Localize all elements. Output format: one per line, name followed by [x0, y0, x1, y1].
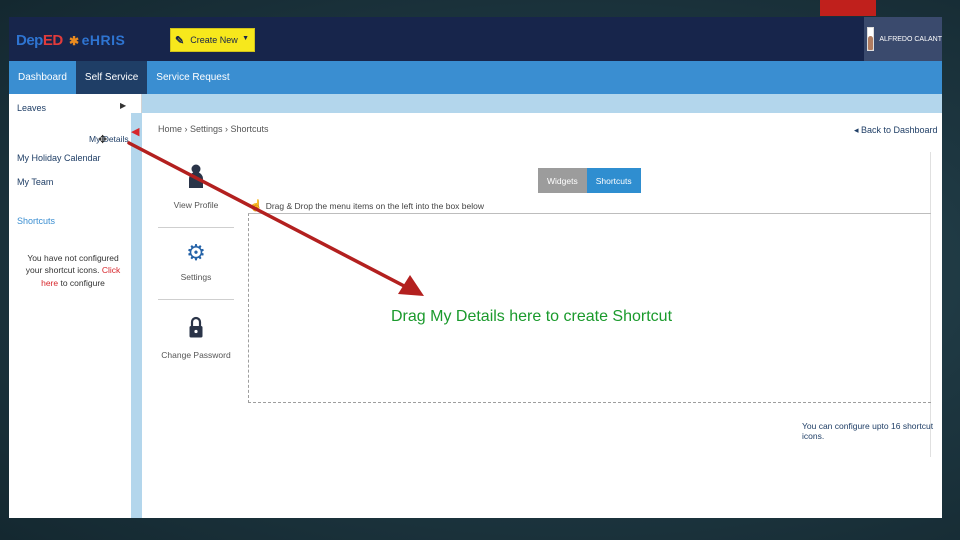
- slide-accent-bar: [820, 0, 876, 16]
- menu-divider: [158, 299, 234, 300]
- shortcuts-note-suffix: to configure: [60, 277, 105, 288]
- caret-down-icon: ▼: [242, 35, 249, 42]
- ehris-star-icon: ✱: [69, 34, 80, 48]
- app-window: DepED ✱ eHRIS ✎ Create New ▼ ALFREDO CALA…: [9, 17, 942, 518]
- menu-view-profile-label: View Profile: [173, 200, 219, 210]
- deped-logo-suffix: ED: [42, 32, 63, 49]
- annotation-caption: Drag My Details here to create Shortcut: [391, 308, 673, 325]
- shortcuts-empty-note: You have not configured your shortcut ic…: [21, 252, 125, 289]
- sub-header-strip: [9, 94, 942, 113]
- sidebar-item-my-team[interactable]: My Team: [17, 177, 53, 187]
- menu-settings[interactable]: ⚙ Settings: [158, 240, 234, 283]
- menu-divider: [158, 227, 234, 228]
- panel-tabs: Widgets Shortcuts: [538, 168, 641, 193]
- nav-tab-self-service[interactable]: Self Service: [75, 61, 148, 94]
- menu-change-password-label: Change Password: [161, 350, 231, 360]
- deped-logo-main: Dep: [16, 32, 43, 49]
- tab-widgets[interactable]: Widgets: [538, 168, 587, 193]
- pen-icon: ✎: [175, 34, 185, 47]
- breadcrumb: Home › Settings › Shortcuts: [158, 124, 269, 134]
- menu-change-password[interactable]: Change Password: [158, 316, 234, 360]
- ehris-logo[interactable]: ✱ eHRIS: [69, 32, 125, 48]
- sidebar: Leaves ▶ My Holiday Calendar My Team Sho…: [9, 94, 142, 518]
- sidebar-item-my-details[interactable]: My Details: [89, 134, 129, 144]
- gears-icon: ⚙: [186, 240, 206, 265]
- shortcuts-heading: Shortcuts: [17, 216, 56, 226]
- avatar-head-icon: [868, 36, 874, 50]
- nav-tab-service-request[interactable]: Service Request: [147, 61, 238, 94]
- drop-hint-text: Drag & Drop the menu items on the left i…: [265, 201, 484, 211]
- nav-tab-dashboard[interactable]: Dashboard: [9, 61, 76, 94]
- move-cursor-icon: ✥: [98, 134, 108, 146]
- ehris-logo-text: eHRIS: [81, 32, 126, 48]
- chevron-right-icon[interactable]: ▶: [120, 101, 126, 110]
- hand-pointer-icon: ☝: [249, 200, 263, 212]
- shortcut-limit-note: You can configure upto 16 shortcut icons…: [802, 421, 934, 441]
- lock-icon: [189, 316, 203, 342]
- top-header: DepED ✱ eHRIS ✎ Create New ▼ ALFREDO CALA…: [9, 17, 942, 61]
- create-new-button[interactable]: ✎ Create New ▼: [170, 28, 255, 52]
- menu-settings-label: Settings: [180, 272, 212, 282]
- sidebar-item-leaves[interactable]: Leaves: [17, 103, 46, 113]
- menu-view-profile[interactable]: View Profile: [158, 164, 234, 210]
- avatar: [867, 27, 875, 51]
- back-to-dashboard-link[interactable]: ◂ Back to Dashboard: [854, 125, 938, 136]
- main-nav: Dashboard Self Service Service Request: [9, 61, 942, 94]
- deped-logo[interactable]: DepED: [16, 32, 63, 49]
- settings-menu: View Profile ⚙ Settings Change Password: [158, 152, 234, 457]
- sidebar-scroll-strip: [131, 113, 142, 518]
- user-menu[interactable]: ALFREDO CALANT: [864, 17, 942, 61]
- active-pointer-icon: ◀: [131, 126, 140, 138]
- user-icon: [188, 164, 204, 192]
- create-new-label: Create New: [190, 35, 238, 45]
- drop-hint: ☝ Drag & Drop the menu items on the left …: [249, 199, 484, 212]
- user-name: ALFREDO CALANT: [879, 35, 942, 43]
- tab-shortcuts[interactable]: Shortcuts: [586, 168, 641, 193]
- sidebar-item-holiday-calendar[interactable]: My Holiday Calendar: [17, 153, 101, 163]
